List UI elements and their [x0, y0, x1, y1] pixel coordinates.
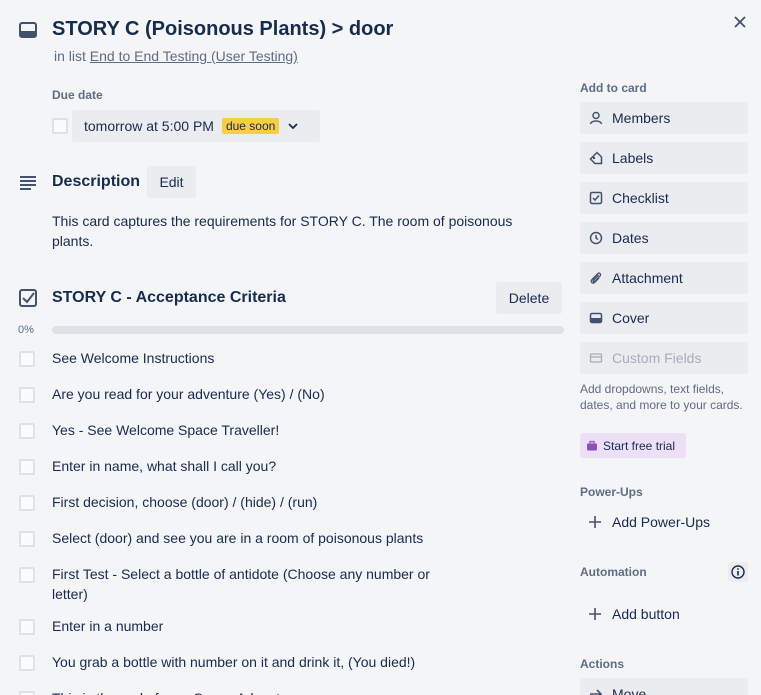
in-list-prefix: in list	[54, 48, 90, 64]
info-icon[interactable]	[728, 562, 748, 582]
cover-label: Cover	[612, 310, 650, 326]
card-icon	[18, 20, 38, 40]
description-icon	[18, 173, 38, 193]
description-text[interactable]: This card captures the requirements for …	[52, 211, 552, 251]
checklist-item-text[interactable]: You grab a bottle with number on it and …	[52, 652, 462, 672]
checklist-item-text[interactable]: Are you read for your adventure (Yes) / …	[52, 384, 462, 404]
custom-fields-icon	[588, 350, 604, 366]
card-title[interactable]: STORY C (Poisonous Plants) > door	[52, 18, 393, 41]
checklist-item-text[interactable]: Select (door) and see you are in a room …	[52, 528, 462, 548]
start-free-trial-label: Start free trial	[603, 438, 676, 453]
checklist-item-checkbox[interactable]	[19, 619, 35, 635]
close-button[interactable]	[728, 10, 752, 34]
checklist-item-text[interactable]: See Welcome Instructions	[52, 348, 462, 368]
automation-heading: Automation	[580, 565, 647, 579]
list-link[interactable]: End to End Testing (User Testing)	[90, 48, 298, 64]
dates-button[interactable]: Dates	[580, 222, 748, 254]
checklist-item-text[interactable]: First Test - Select a bottle of antidote…	[52, 564, 462, 604]
checklist-item-checkbox[interactable]	[19, 351, 35, 367]
add-button-label: Add button	[612, 606, 680, 622]
edit-description-button[interactable]: Edit	[147, 166, 196, 198]
due-date-label: Due date	[52, 88, 103, 102]
actions-heading: Actions	[580, 657, 625, 671]
checklist-item-text[interactable]: This is the end of your Space Adventure	[52, 688, 462, 695]
start-free-trial-button[interactable]: Start free trial	[580, 433, 686, 458]
labels-button[interactable]: Labels	[580, 142, 748, 174]
checklist-title[interactable]: STORY C - Acceptance Criteria	[52, 289, 286, 307]
checklist-button[interactable]: Checklist	[580, 182, 748, 214]
description-heading: Description	[52, 173, 141, 190]
checklist-progress-percent: 0%	[18, 324, 34, 336]
custom-fields-button[interactable]: Custom Fields	[580, 342, 748, 374]
move-label: Move	[612, 686, 647, 695]
power-ups-heading: Power-Ups	[580, 485, 643, 499]
checklist-item-checkbox[interactable]	[19, 691, 35, 695]
checklist-progress-bar	[52, 326, 564, 334]
add-automation-button[interactable]: Add button	[580, 598, 748, 630]
checklist-item-checkbox[interactable]	[19, 459, 35, 475]
checklist-item-checkbox[interactable]	[19, 495, 35, 511]
plus-icon	[588, 515, 604, 529]
card-list-info: in list End to End Testing (User Testing…	[54, 48, 298, 64]
checklist-item-text[interactable]: Enter in a number	[52, 616, 462, 636]
person-icon	[588, 110, 604, 126]
due-date-button[interactable]: tomorrow at 5:00 PM due soon	[72, 110, 320, 142]
add-to-card-heading: Add to card	[580, 81, 647, 95]
paperclip-icon	[588, 270, 604, 286]
close-icon	[734, 16, 746, 28]
delete-checklist-button[interactable]: Delete	[496, 282, 562, 314]
cover-icon	[588, 310, 604, 326]
add-power-ups-label: Add Power-Ups	[612, 514, 711, 530]
checklist-item-checkbox[interactable]	[19, 567, 35, 583]
checklist-item-text[interactable]: Yes - See Welcome Space Traveller!	[52, 420, 462, 440]
members-label: Members	[612, 110, 671, 126]
dates-label: Dates	[612, 230, 649, 246]
due-date-value: tomorrow at 5:00 PM	[84, 118, 214, 134]
checklist-item-checkbox[interactable]	[19, 655, 35, 671]
move-button[interactable]: Move	[580, 678, 748, 695]
checklist-item-checkbox[interactable]	[19, 531, 35, 547]
due-soon-badge: due soon	[221, 118, 280, 134]
checklist-icon	[18, 288, 38, 308]
due-complete-checkbox[interactable]	[52, 118, 68, 134]
arrow-right-icon	[588, 686, 604, 695]
tag-icon	[588, 150, 604, 166]
briefcase-icon	[586, 440, 598, 452]
checklist-label: Checklist	[612, 190, 669, 206]
checklist-item-checkbox[interactable]	[19, 423, 35, 439]
plus-icon	[588, 607, 604, 621]
attachment-label: Attachment	[612, 270, 683, 286]
custom-fields-note: Add dropdowns, text fields, dates, and m…	[580, 382, 743, 412]
attachment-button[interactable]: Attachment	[580, 262, 748, 294]
checklist-item-checkbox[interactable]	[19, 387, 35, 403]
add-power-ups-button[interactable]: Add Power-Ups	[580, 506, 748, 538]
custom-fields-label: Custom Fields	[612, 350, 702, 366]
members-button[interactable]: Members	[580, 102, 748, 134]
checklist-item-text[interactable]: First decision, choose (door) / (hide) /…	[52, 492, 462, 512]
clock-icon	[588, 230, 604, 246]
cover-button[interactable]: Cover	[580, 302, 748, 334]
chevron-down-icon	[288, 123, 298, 130]
checklist-item-text[interactable]: Enter in name, what shall I call you?	[52, 456, 462, 476]
checklist-icon	[588, 190, 604, 206]
labels-label: Labels	[612, 150, 654, 166]
